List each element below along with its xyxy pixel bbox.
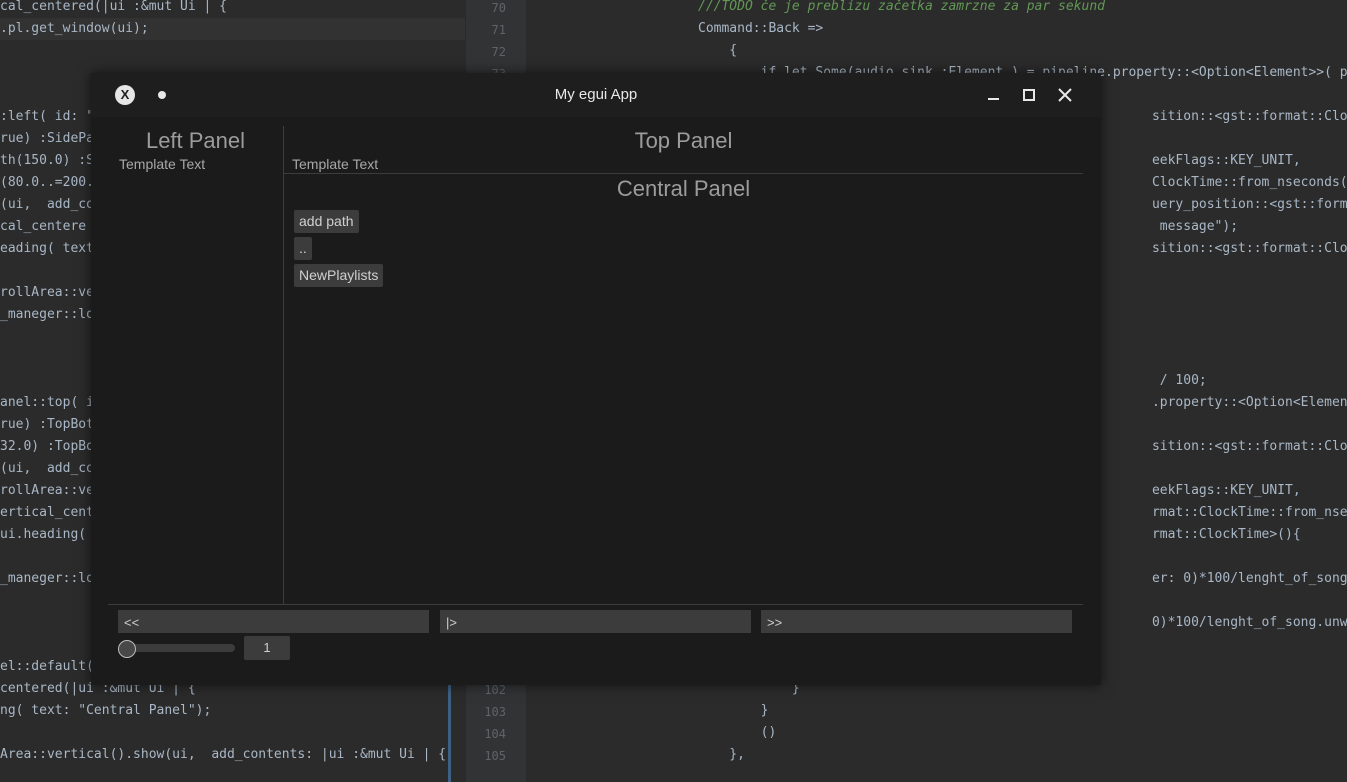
maximize-icon bbox=[1023, 89, 1035, 101]
code-line: Area::vertical().show(ui, add_contents: … bbox=[0, 747, 447, 762]
code-line: cal_centered(|ui :&mut Ui | { bbox=[0, 0, 227, 14]
line-number: 105 bbox=[484, 749, 506, 763]
code-line: { bbox=[698, 43, 738, 58]
code-line: ng( text: "Central Panel"); bbox=[0, 703, 212, 718]
close-button[interactable] bbox=[1054, 84, 1076, 106]
next-button[interactable]: >> bbox=[761, 610, 1072, 633]
line-number: 70 bbox=[491, 1, 506, 15]
volume-slider-track[interactable] bbox=[122, 644, 235, 652]
playlist-folder-button[interactable]: NewPlaylists bbox=[294, 264, 384, 287]
app-body: Left Panel Template Text Top Panel Templ… bbox=[91, 117, 1101, 685]
code-line: } bbox=[698, 703, 769, 718]
add-path-button[interactable]: add path bbox=[294, 210, 359, 233]
top-panel: Top Panel Template Text bbox=[284, 126, 1083, 174]
line-number: 72 bbox=[491, 45, 506, 59]
maximize-button[interactable] bbox=[1018, 84, 1040, 106]
code-line: Command::Back => bbox=[698, 21, 824, 36]
line-number: 103 bbox=[484, 705, 506, 719]
top-panel-text: Template Text bbox=[292, 156, 379, 172]
parent-dir-button[interactable]: .. bbox=[294, 237, 312, 260]
code-line: ///TODO če je preblizu začetka zamrzne z… bbox=[698, 0, 1105, 14]
central-panel: Central Panel add path .. NewPlaylists bbox=[284, 173, 1083, 604]
code-line: .pl.get_window(ui); bbox=[0, 18, 465, 40]
line-number: 104 bbox=[484, 727, 506, 741]
left-panel: Left Panel Template Text bbox=[108, 126, 284, 604]
central-panel-heading: Central Panel bbox=[616, 176, 751, 201]
egui-app-window: X My egui App Left Panel Template Text T… bbox=[91, 73, 1101, 685]
minimize-button[interactable] bbox=[982, 84, 1004, 106]
previous-button[interactable]: << bbox=[118, 610, 429, 633]
editor-split-divider[interactable] bbox=[448, 680, 451, 782]
window-title: My egui App bbox=[554, 86, 638, 103]
volume-value-field[interactable]: 1 bbox=[244, 636, 290, 660]
code-line: () bbox=[698, 725, 777, 740]
volume-slider-handle[interactable] bbox=[118, 640, 136, 658]
left-panel-heading: Left Panel bbox=[145, 128, 246, 153]
top-panel-heading: Top Panel bbox=[634, 128, 733, 153]
close-icon bbox=[1058, 88, 1072, 102]
left-panel-text: Template Text bbox=[119, 156, 206, 172]
line-number: 71 bbox=[491, 23, 506, 37]
bottom-panel: << |> >> 1 bbox=[108, 604, 1083, 679]
window-titlebar[interactable]: X My egui App bbox=[91, 73, 1101, 117]
code-line: }, bbox=[698, 747, 745, 762]
minimize-icon bbox=[988, 98, 999, 100]
play-pause-button[interactable]: |> bbox=[440, 610, 751, 633]
